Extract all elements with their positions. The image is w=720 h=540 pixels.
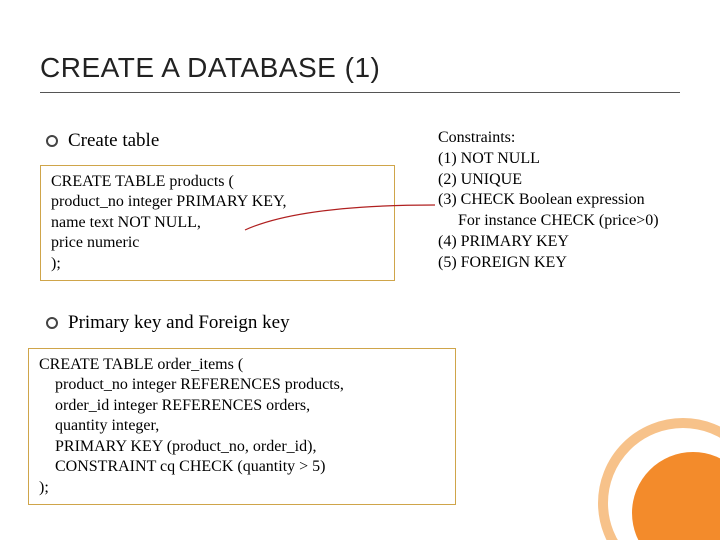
bullet-label: Create table xyxy=(68,130,159,152)
constraints-list: Constraints: (1) NOT NULL (2) UNIQUE (3)… xyxy=(438,128,659,274)
code-block-order-items: CREATE TABLE order_items ( product_no in… xyxy=(28,348,456,505)
bullet-icon xyxy=(46,317,58,329)
slide: CREATE A DATABASE (1) Create table CREAT… xyxy=(0,0,720,540)
bullet-label: Primary key and Foreign key xyxy=(68,312,290,334)
code-block-products: CREATE TABLE products ( product_no integ… xyxy=(40,165,395,281)
bullet-primary-foreign: Primary key and Foreign key xyxy=(46,312,290,334)
page-title: CREATE A DATABASE (1) xyxy=(40,52,380,84)
title-underline xyxy=(40,92,680,93)
bullet-icon xyxy=(46,135,58,147)
slide-decoration xyxy=(588,408,720,540)
bullet-create-table: Create table xyxy=(46,130,159,152)
